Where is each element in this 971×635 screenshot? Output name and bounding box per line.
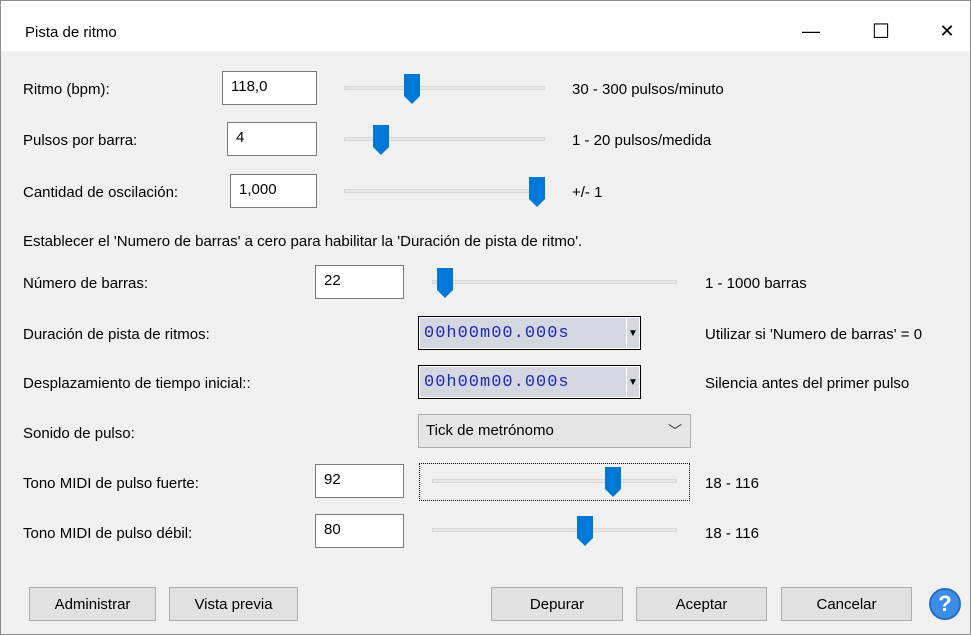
midi-strong-label: Tono MIDI de pulso fuerte: <box>23 475 199 492</box>
chevron-down-icon[interactable]: ▼ <box>627 367 639 397</box>
duration-time-control[interactable]: 00h00m00.000s ▼ <box>418 316 641 350</box>
title-bar: Pista de ritmo — ☐ ✕ <box>1 1 970 51</box>
midi-weak-range: 18 - 116 <box>705 525 759 542</box>
sound-label: Sonido de pulso: <box>23 425 135 442</box>
midi-weak-input[interactable]: 80 <box>315 514 404 548</box>
chevron-down-icon: ﹀ <box>668 423 682 439</box>
swing-range: +/- 1 <box>572 184 603 201</box>
manage-button[interactable]: Administrar <box>29 587 156 621</box>
cancel-button[interactable]: Cancelar <box>781 587 912 621</box>
offset-time-control[interactable]: 00h00m00.000s ▼ <box>418 365 641 399</box>
close-button[interactable]: ✕ <box>924 11 970 51</box>
slider-thumb[interactable] <box>604 467 621 497</box>
midi-weak-slider[interactable] <box>432 516 677 546</box>
maximize-button[interactable]: ☐ <box>858 11 904 51</box>
beats-input[interactable]: 4 <box>227 122 317 156</box>
slider-track <box>344 189 545 193</box>
ok-button[interactable]: Aceptar <box>636 587 767 621</box>
chevron-down-icon[interactable]: ▼ <box>627 318 639 348</box>
offset-label: Desplazamiento de tiempo inicial:: <box>23 375 251 392</box>
slider-track <box>432 280 677 284</box>
swing-label: Cantidad de oscilación: <box>23 184 179 201</box>
question-mark-icon[interactable]: ? <box>929 588 961 620</box>
dialog-window: Pista de ritmo — ☐ ✕ Ritmo (bpm): 118,0 … <box>0 0 971 635</box>
minimize-button[interactable]: — <box>788 11 834 51</box>
offset-hint: Silencia antes del primer pulso <box>705 375 910 392</box>
bars-label: Número de barras: <box>23 275 149 292</box>
info-text: Establecer el 'Numero de barras' a cero … <box>23 233 583 250</box>
swing-input[interactable]: 1,000 <box>230 174 317 208</box>
bars-range: 1 - 1000 barras <box>705 275 807 292</box>
slider-thumb[interactable] <box>436 268 453 298</box>
midi-strong-range: 18 - 116 <box>705 475 759 492</box>
slider-thumb[interactable] <box>404 74 421 104</box>
offset-time-value[interactable]: 00h00m00.000s <box>420 367 626 397</box>
duration-label: Duración de pista de ritmos: <box>23 326 210 343</box>
beats-range: 1 - 20 pulsos/medida <box>572 132 712 149</box>
slider-thumb[interactable] <box>373 125 390 155</box>
slider-thumb[interactable] <box>529 177 545 207</box>
sound-select[interactable]: Tick de metrónomo ﹀ <box>418 414 691 448</box>
duration-time-value[interactable]: 00h00m00.000s <box>420 318 626 348</box>
midi-strong-slider[interactable] <box>432 467 677 497</box>
tempo-range: 30 - 300 pulsos/minuto <box>572 81 724 98</box>
tempo-slider[interactable] <box>344 74 545 104</box>
bars-input[interactable]: 22 <box>315 265 404 299</box>
tempo-label: Ritmo (bpm): <box>23 81 110 98</box>
debug-button[interactable]: Depurar <box>491 587 623 621</box>
swing-slider[interactable] <box>344 177 545 207</box>
beats-slider[interactable] <box>344 125 545 155</box>
duration-hint: Utilizar si 'Numero de barras' = 0 <box>705 326 923 343</box>
slider-track <box>432 479 677 483</box>
beats-label: Pulsos por barra: <box>23 132 138 149</box>
midi-strong-input[interactable]: 92 <box>315 464 404 498</box>
preview-button[interactable]: Vista previa <box>169 587 298 621</box>
slider-thumb[interactable] <box>576 516 593 546</box>
sound-selected-value: Tick de metrónomo <box>426 422 554 439</box>
slider-track <box>344 86 545 90</box>
window-title: Pista de ritmo <box>25 24 117 41</box>
tempo-input[interactable]: 118,0 <box>222 71 317 105</box>
bars-slider[interactable] <box>432 268 677 298</box>
midi-weak-label: Tono MIDI de pulso débil: <box>23 525 193 542</box>
slider-track <box>432 528 677 532</box>
